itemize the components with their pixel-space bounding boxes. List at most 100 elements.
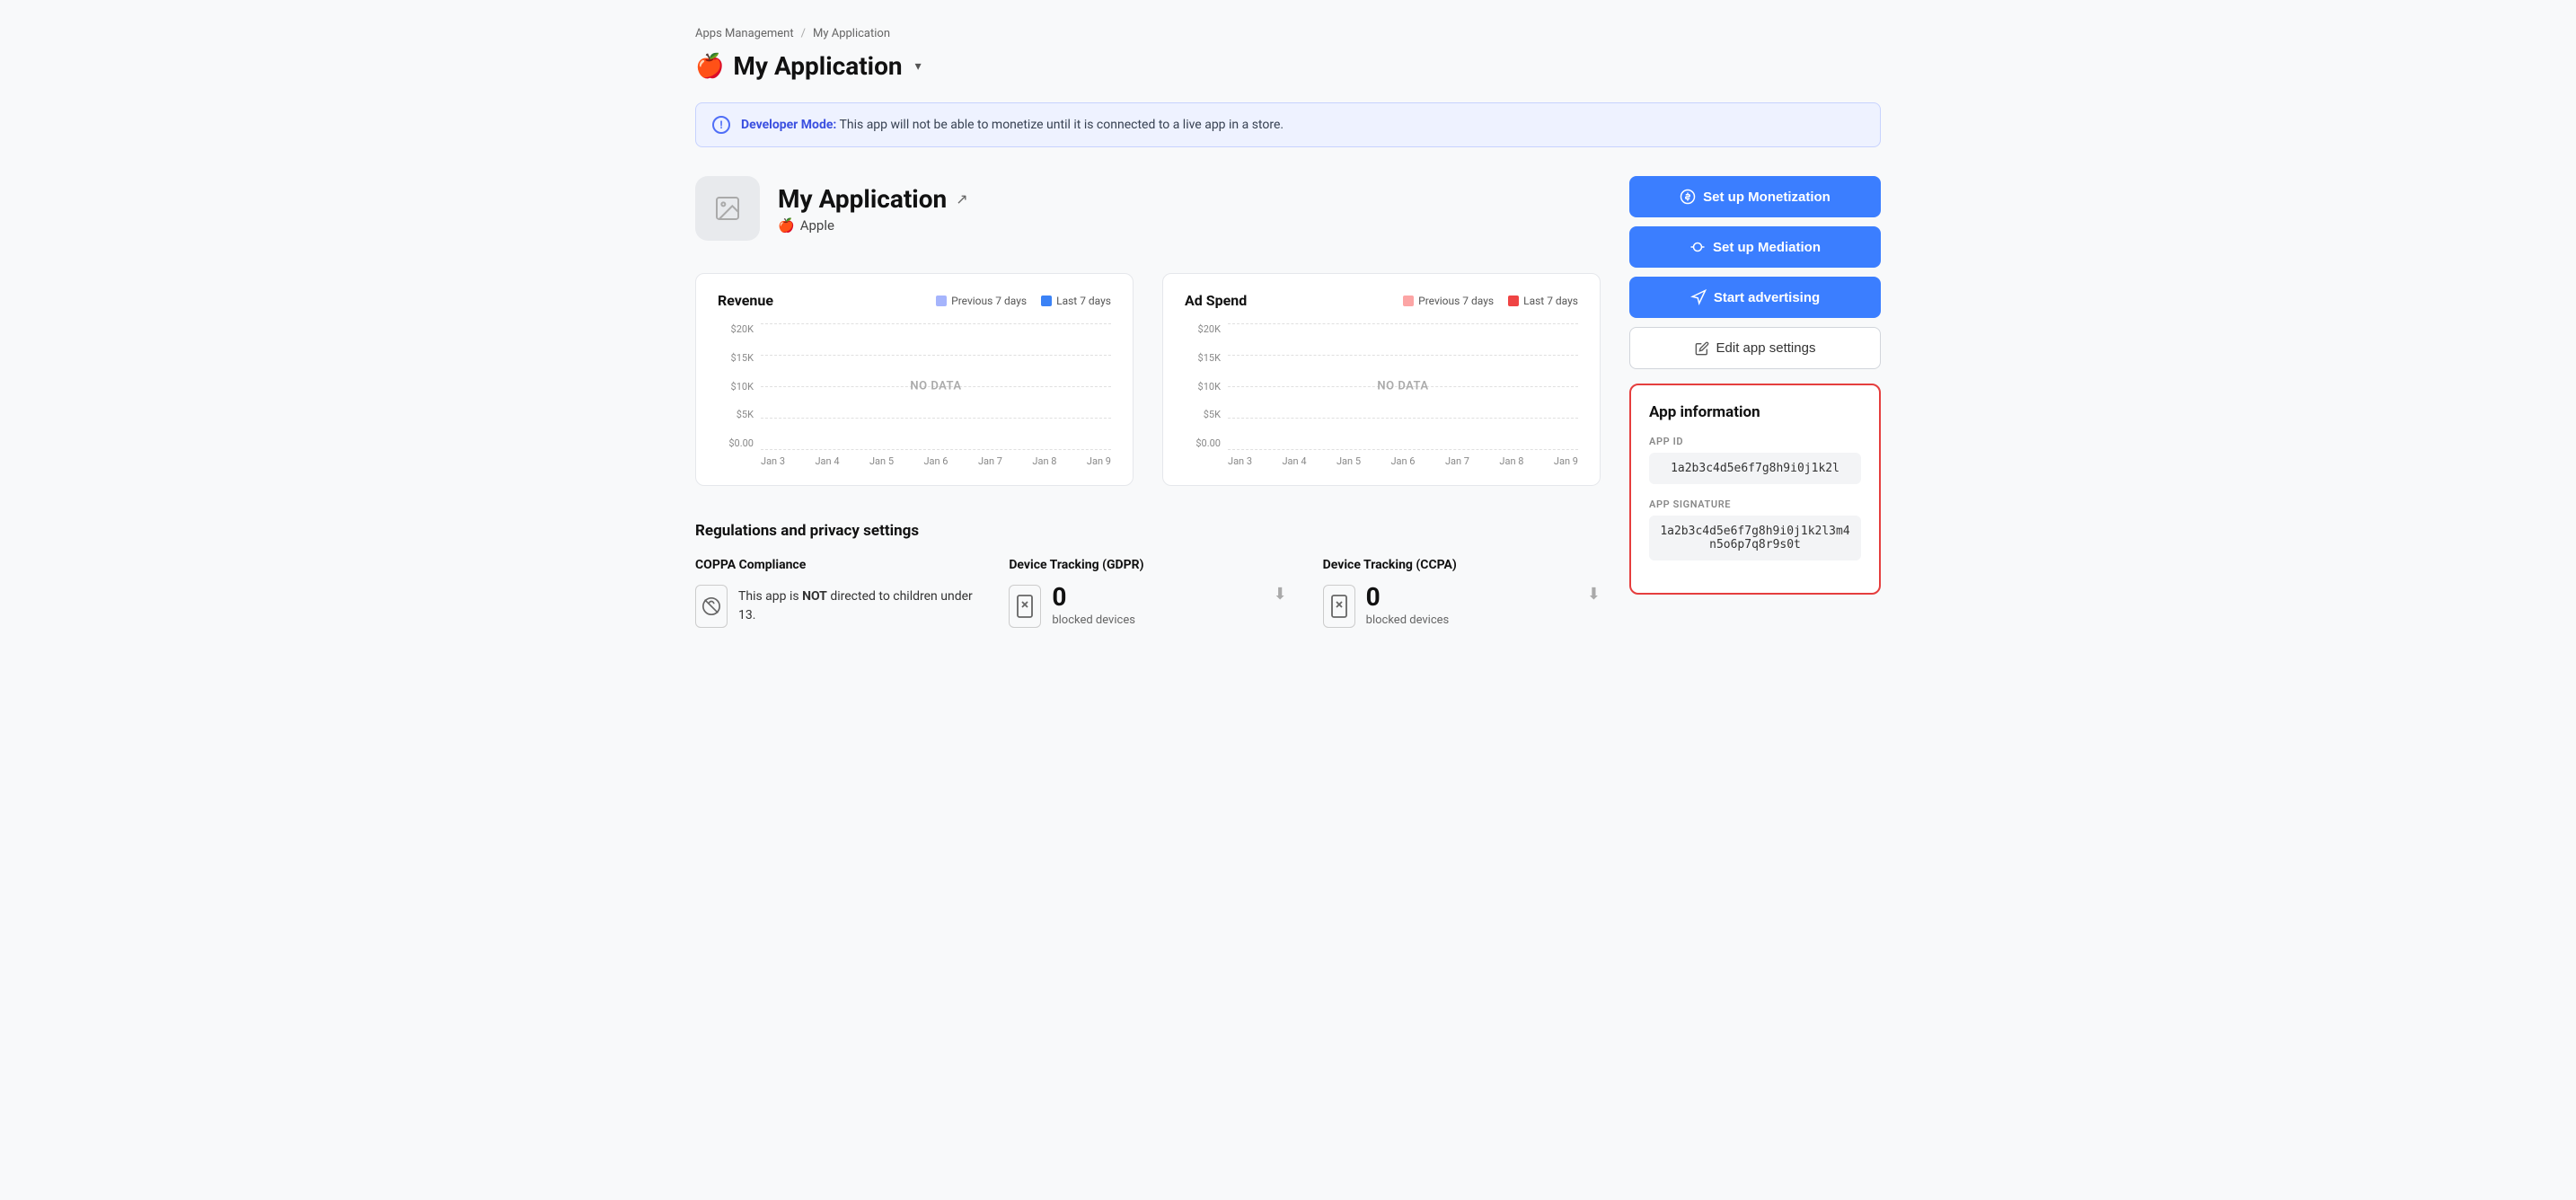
- revenue-prev-label: Previous 7 days: [951, 295, 1027, 307]
- grid-line: [1228, 323, 1578, 324]
- developer-mode-banner: ! Developer Mode: This app will not be a…: [695, 102, 1881, 147]
- coppa-compliance-item: COPPA Compliance This app is NOT di: [695, 558, 973, 628]
- grid-line: [761, 449, 1111, 450]
- app-icon: [695, 176, 760, 241]
- edit-settings-button-label: Edit app settings: [1716, 340, 1816, 356]
- app-platform: 🍎 Apple: [778, 217, 968, 234]
- advertising-icon: [1690, 289, 1707, 305]
- no-child-icon: [701, 596, 721, 616]
- app-display-name: My Application: [778, 184, 947, 214]
- app-name-row: My Application ↗: [778, 184, 968, 214]
- app-signature-label: APP SIGNATURE: [1649, 499, 1861, 510]
- app-id-label: APP ID: [1649, 436, 1861, 447]
- grid-line: [1228, 449, 1578, 450]
- platform-logo-icon: 🍎: [778, 217, 795, 234]
- edit-app-settings-button[interactable]: Edit app settings: [1629, 327, 1881, 369]
- coppa-title: COPPA Compliance: [695, 558, 973, 572]
- gdpr-item: Device Tracking (GDPR) 0: [1009, 558, 1286, 628]
- edit-icon: [1695, 341, 1709, 356]
- set-up-mediation-button[interactable]: Set up Mediation: [1629, 226, 1881, 268]
- set-up-monetization-button[interactable]: Set up Monetization: [1629, 176, 1881, 217]
- revenue-legend-prev: Previous 7 days: [936, 295, 1027, 307]
- revenue-x-labels: Jan 3 Jan 4 Jan 5 Jan 6 Jan 7 Jan 8 Jan …: [761, 455, 1111, 467]
- sidebar: Set up Monetization Set up Mediation Sta…: [1629, 176, 1881, 595]
- adspend-x-labels: Jan 3 Jan 4 Jan 5 Jan 6 Jan 7 Jan 8 Jan …: [1228, 455, 1578, 467]
- gdpr-label: blocked devices: [1052, 613, 1135, 627]
- gdpr-content: 0 blocked devices ⬇: [1009, 585, 1286, 628]
- adspend-chart-plot: NO DATA: [1228, 323, 1578, 449]
- breadcrumb: Apps Management / My Application: [695, 27, 1881, 40]
- ccpa-item: Device Tracking (CCPA) 0: [1323, 558, 1601, 628]
- coppa-content: This app is NOT directed to children und…: [695, 585, 973, 628]
- adspend-legend-last: Last 7 days: [1508, 295, 1578, 307]
- ccpa-label: blocked devices: [1366, 613, 1450, 627]
- revenue-y-labels: $20K $15K $10K $5K $0.00: [718, 323, 761, 449]
- revenue-chart-legend: Previous 7 days Last 7 days: [936, 295, 1111, 307]
- revenue-chart-card: Revenue Previous 7 days Last 7 days: [695, 273, 1134, 486]
- revenue-no-data-label: NO DATA: [910, 380, 961, 393]
- grid-line: [761, 323, 1111, 324]
- sidebar-buttons: Set up Monetization Set up Mediation Sta…: [1629, 176, 1881, 369]
- adspend-prev-label: Previous 7 days: [1418, 295, 1494, 307]
- external-link-icon[interactable]: ↗: [956, 190, 967, 207]
- mobile-x-icon-2: [1331, 595, 1347, 618]
- mobile-x-icon: [1017, 595, 1033, 618]
- grid-line: [761, 355, 1111, 356]
- app-information-card: App information APP ID 1a2b3c4d5e6f7g8h9…: [1629, 384, 1881, 595]
- coppa-icon: [695, 585, 728, 628]
- mediation-icon: [1689, 239, 1706, 255]
- adspend-chart-legend: Previous 7 days Last 7 days: [1403, 295, 1578, 307]
- revenue-chart-plot: NO DATA: [761, 323, 1111, 449]
- platform-name: Apple: [800, 217, 834, 234]
- developer-mode-text: Developer Mode: This app will not be abl…: [741, 118, 1284, 132]
- start-advertising-button[interactable]: Start advertising: [1629, 277, 1881, 318]
- title-dropdown-chevron-icon[interactable]: ▾: [915, 59, 922, 74]
- adspend-last-label: Last 7 days: [1523, 295, 1578, 307]
- app-id-value: 1a2b3c4d5e6f7g8h9i0j1k2l: [1649, 453, 1861, 484]
- ccpa-count: 0: [1366, 585, 1450, 610]
- revenue-prev-color-dot: [936, 296, 947, 306]
- revenue-chart-title: Revenue: [718, 292, 773, 309]
- monetization-button-label: Set up Monetization: [1703, 190, 1831, 205]
- grid-line: [1228, 418, 1578, 419]
- apple-logo-icon: 🍎: [695, 55, 724, 78]
- adspend-y-labels: $20K $15K $10K $5K $0.00: [1185, 323, 1228, 449]
- mediation-button-label: Set up Mediation: [1713, 240, 1821, 255]
- image-placeholder-icon: [713, 194, 742, 223]
- ccpa-device-icon: [1323, 585, 1355, 628]
- adspend-prev-color-dot: [1403, 296, 1414, 306]
- revenue-last-label: Last 7 days: [1056, 295, 1111, 307]
- app-signature-value: 1a2b3c4d5e6f7g8h9i0j1k2l3m4n5o6p7q8r9s0t: [1649, 516, 1861, 560]
- revenue-chart-area: $20K $15K $10K $5K $0.00 NO D: [718, 323, 1111, 467]
- gdpr-count: 0: [1052, 585, 1135, 610]
- info-icon: !: [712, 116, 730, 134]
- ccpa-title: Device Tracking (CCPA): [1323, 558, 1601, 572]
- coppa-text: This app is NOT directed to children und…: [738, 587, 973, 625]
- advertising-button-label: Start advertising: [1714, 290, 1820, 305]
- adspend-chart-area: $20K $15K $10K $5K $0.00 NO D: [1185, 323, 1578, 467]
- grid-line: [761, 418, 1111, 419]
- breadcrumb-current: My Application: [813, 27, 890, 40]
- app-header: My Application ↗ 🍎 Apple: [695, 176, 1601, 241]
- grid-line: [1228, 355, 1578, 356]
- gdpr-device-icon: [1009, 585, 1041, 628]
- breadcrumb-parent[interactable]: Apps Management: [695, 27, 794, 40]
- adspend-chart-card: Ad Spend Previous 7 days Last 7 days: [1162, 273, 1601, 486]
- revenue-legend-last: Last 7 days: [1041, 295, 1111, 307]
- adspend-chart-title: Ad Spend: [1185, 292, 1247, 309]
- adspend-chart-header: Ad Spend Previous 7 days Last 7 days: [1185, 292, 1578, 309]
- adspend-last-color-dot: [1508, 296, 1519, 306]
- revenue-chart-header: Revenue Previous 7 days Last 7 days: [718, 292, 1111, 309]
- regulations-title: Regulations and privacy settings: [695, 522, 1601, 540]
- app-information-title: App information: [1649, 403, 1861, 421]
- main-content: My Application ↗ 🍎 Apple Revenue: [695, 176, 1601, 628]
- app-main-title: My Application: [733, 51, 902, 81]
- adspend-legend-prev: Previous 7 days: [1403, 295, 1494, 307]
- monetization-icon: [1680, 189, 1696, 205]
- charts-row: Revenue Previous 7 days Last 7 days: [695, 273, 1601, 486]
- app-name-block: My Application ↗ 🍎 Apple: [778, 184, 968, 234]
- regulations-grid: COPPA Compliance This app is NOT di: [695, 558, 1601, 628]
- content-layout: My Application ↗ 🍎 Apple Revenue: [695, 176, 1881, 628]
- ccpa-download-icon[interactable]: ⬇: [1587, 585, 1601, 604]
- gdpr-download-icon[interactable]: ⬇: [1274, 585, 1287, 604]
